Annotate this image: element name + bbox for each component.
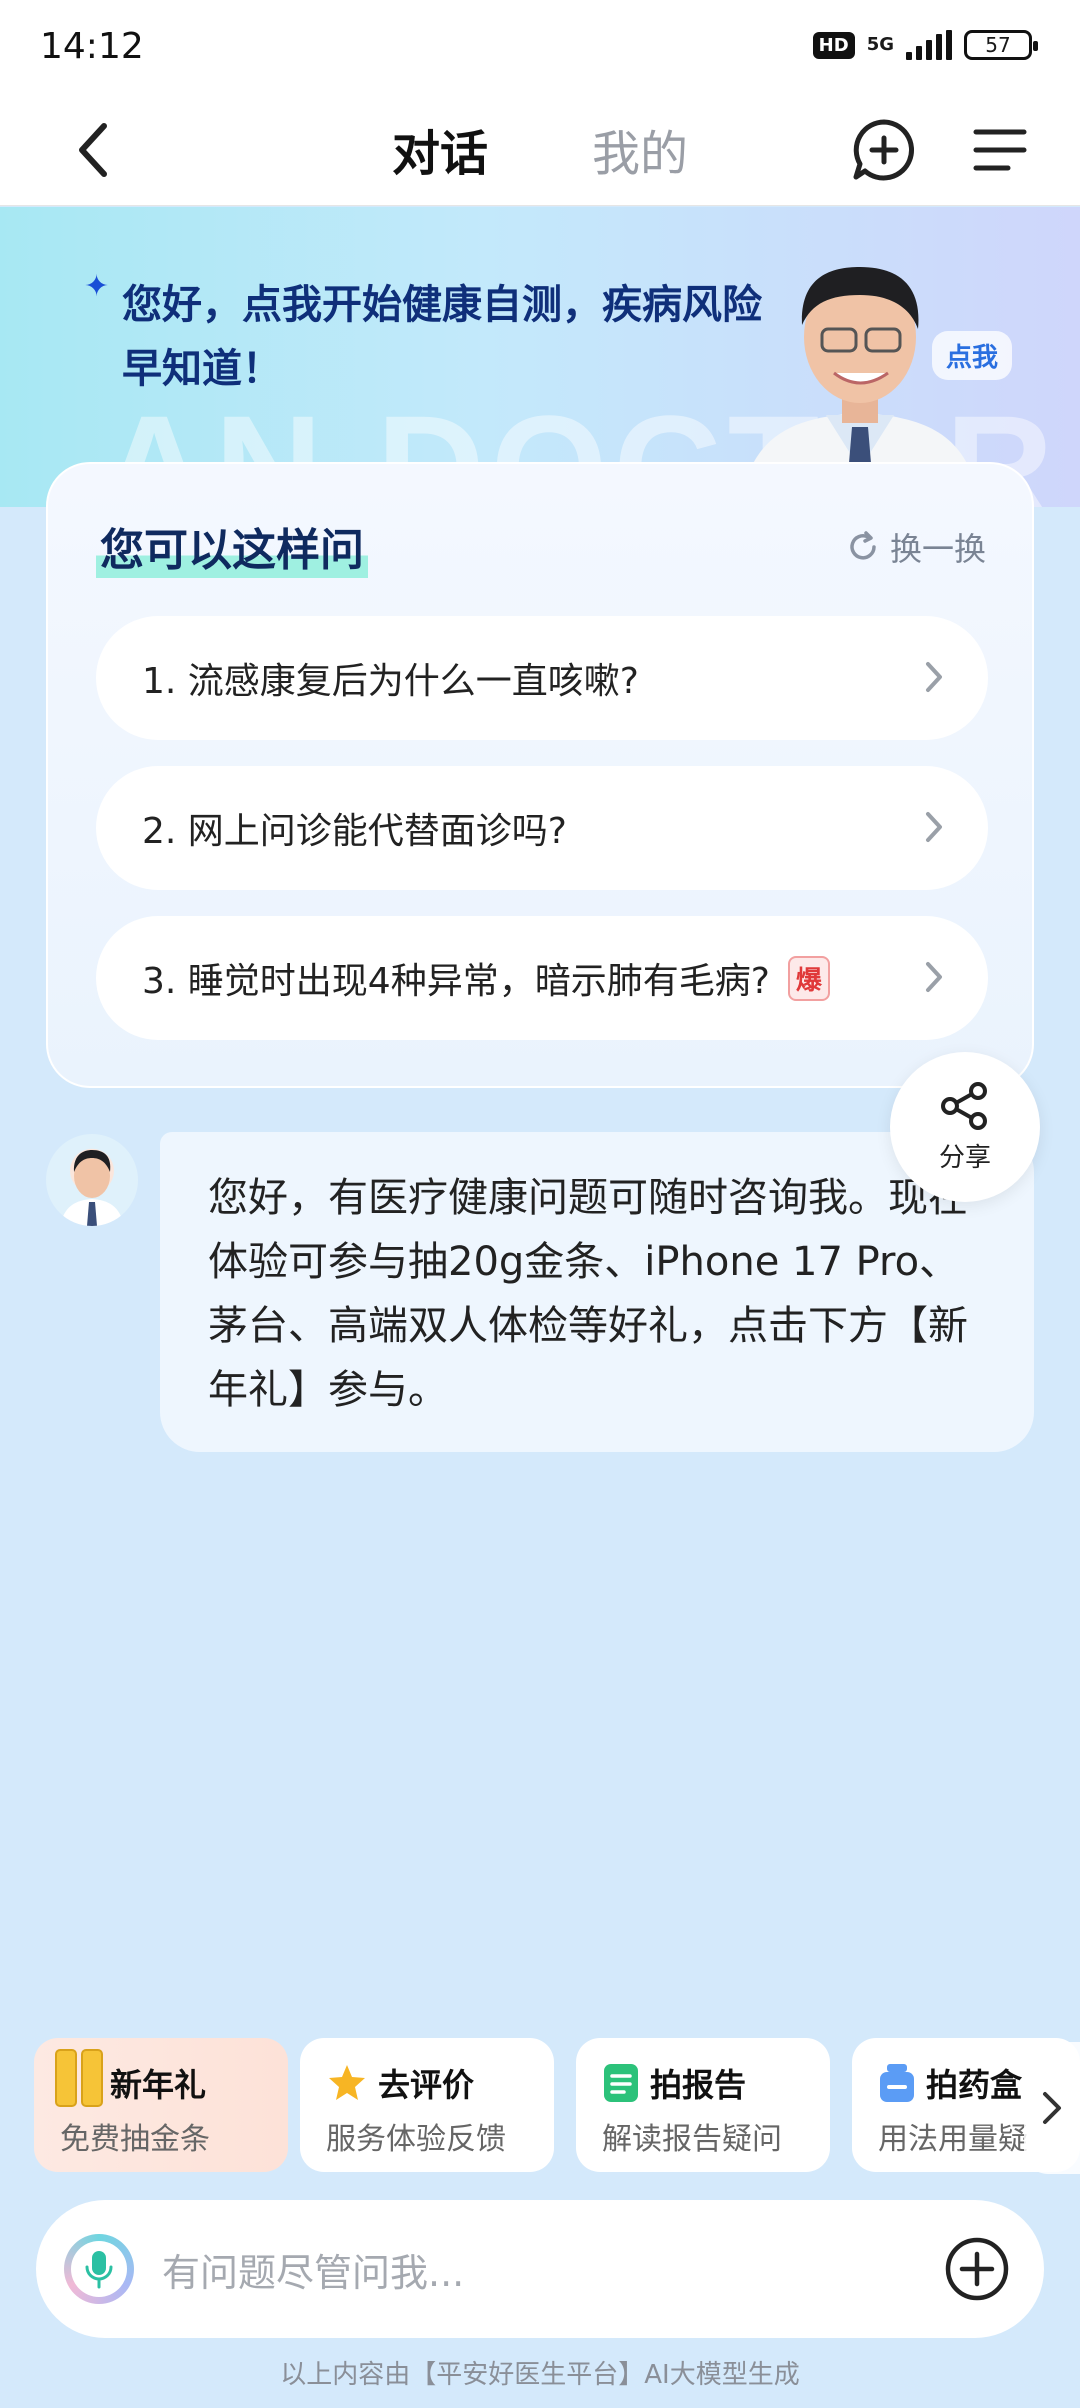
ai-disclaimer: 以上内容由【平安好医生平台】AI大模型生成 (280, 2360, 800, 2390)
suggestion-item[interactable]: 2. 网上问诊能代替面诊吗? (96, 766, 988, 890)
message-input-bar: 有问题尽管问我... (36, 2200, 1044, 2338)
suggestion-card: 您可以这样问 换一换 1. 流感康复后为什么一直咳嗽? 2. 网上问诊能代替面诊… (46, 462, 1034, 1088)
refresh-label: 换一换 (889, 530, 986, 568)
quick-action-title: 拍报告 (650, 2066, 747, 2104)
quick-actions-more-button[interactable] (1024, 2042, 1080, 2174)
medicine-box-icon (880, 2064, 914, 2102)
add-attachment-icon[interactable] (944, 2236, 1010, 2302)
chevron-right-icon (926, 812, 942, 842)
chevron-left-icon (79, 123, 107, 177)
star-icon (329, 2065, 365, 2100)
menu-button[interactable] (964, 114, 1036, 186)
quick-action-subtitle: 免费抽金条 (60, 2122, 210, 2157)
status-time: 14:12 (40, 26, 144, 67)
sparkle-icon: ✦ (84, 269, 110, 304)
quick-actions: 新年礼 免费抽金条 去评价 服务体验反馈 拍报告 解读报告疑问 拍药盒 用法用量… (0, 2038, 1080, 2174)
tab-chat[interactable]: 对话 (392, 114, 488, 184)
signal-icon (906, 30, 952, 60)
share-icon (941, 1081, 987, 1130)
chevron-right-icon (1043, 2092, 1061, 2124)
quick-action-subtitle: 服务体验反馈 (326, 2122, 506, 2157)
quick-action-title: 拍药盒 (926, 2066, 1023, 2104)
suggestion-item[interactable]: 3. 睡觉时出现4种异常，暗示肺有毛病? 爆 (96, 916, 988, 1040)
suggestion-text: 2. 网上问诊能代替面诊吗? (142, 811, 567, 852)
click-me-badge[interactable]: 点我 (932, 331, 1013, 380)
report-icon (604, 2064, 638, 2102)
network-label: 5G (866, 34, 894, 55)
suggestion-text: 1. 流感康复后为什么一直咳嗽? (142, 661, 639, 702)
message-input[interactable]: 有问题尽管问我... (162, 2242, 464, 2297)
status-bar: 14:12 HD 5G 57 (0, 0, 1080, 96)
voice-input-button[interactable] (64, 2234, 134, 2304)
assistant-message: 您好，有医疗健康问题可随时咨询我。现在体验可参与抽20g金条、iPhone 17… (160, 1132, 1034, 1452)
suggestion-item[interactable]: 1. 流感康复后为什么一直咳嗽? (96, 616, 988, 740)
quick-action-title: 去评价 (378, 2066, 475, 2104)
doctor-avatar-image (60, 1150, 124, 1226)
refresh-icon (850, 531, 876, 560)
new-chat-button[interactable] (848, 114, 920, 186)
status-icons: HD 5G 57 (812, 30, 1038, 60)
quick-action-photo-report[interactable]: 拍报告 解读报告疑问 (576, 2038, 830, 2172)
share-button[interactable]: 分享 (890, 1052, 1040, 1202)
gold-bar-icon (55, 2049, 103, 2107)
doctor-avatar[interactable] (46, 1134, 138, 1226)
chevron-right-icon (926, 962, 942, 992)
menu-icon (973, 129, 1027, 171)
chevron-right-icon (926, 662, 942, 692)
new-chat-icon (853, 119, 915, 181)
quick-action-review[interactable]: 去评价 服务体验反馈 (300, 2038, 554, 2172)
hot-badge: 爆 (787, 955, 830, 1001)
microphone-icon (85, 2251, 113, 2289)
quick-action-new-year-gift[interactable]: 新年礼 免费抽金条 (34, 2038, 288, 2172)
battery-icon: 57 (964, 30, 1038, 60)
quick-action-subtitle: 解读报告疑问 (602, 2122, 782, 2157)
tab-mine[interactable]: 我的 (592, 114, 688, 184)
suggestion-text: 3. 睡觉时出现4种异常，暗示肺有毛病? (142, 961, 770, 1002)
quick-action-title: 新年礼 (110, 2066, 207, 2104)
refresh-button[interactable]: 换一换 (846, 524, 986, 570)
banner-text: 您好，点我开始健康自测，疾病风险早知道！ (122, 282, 762, 392)
suggestion-title: 您可以这样问 (96, 514, 368, 578)
nav-bar: 对话 我的 (0, 96, 1080, 206)
back-button[interactable] (60, 118, 124, 182)
share-label: 分享 (938, 1142, 991, 1173)
hd-icon: HD (812, 31, 855, 59)
